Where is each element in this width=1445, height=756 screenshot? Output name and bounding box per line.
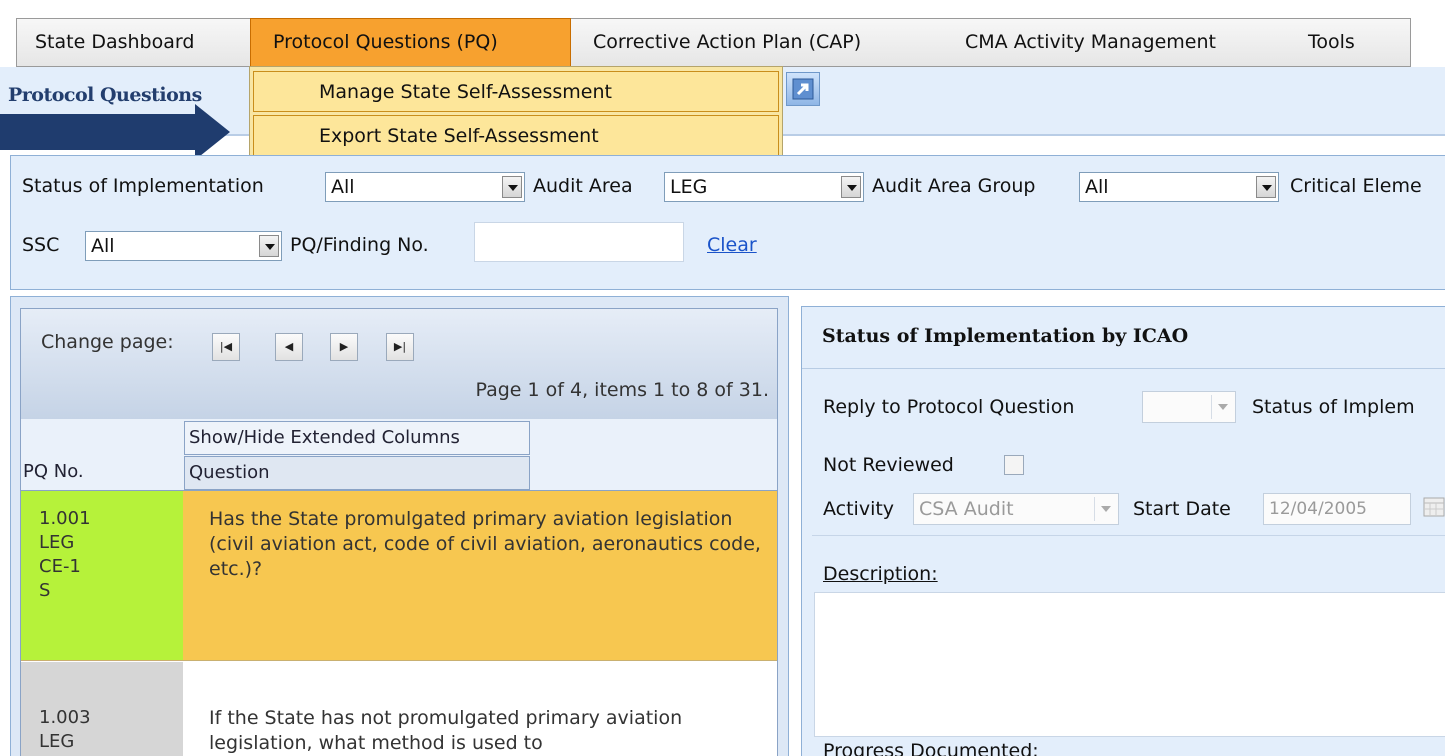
chevron-down-icon [1211,395,1233,419]
description-label: Description: [823,563,938,585]
first-page-icon: |◀ [219,340,233,353]
menu-item-export-self-assessment[interactable]: Export State Self-Assessment [253,115,779,156]
page-info: Page 1 of 4, items 1 to 8 of 31. [475,379,770,401]
pq-area: LEG [39,731,75,752]
ssc-value: All [91,235,115,257]
divider [812,535,1445,536]
audit-area-value: LEG [670,176,708,198]
prev-page-button[interactable]: ◀ [275,333,303,361]
first-page-button[interactable]: |◀ [212,333,240,361]
ssc-label: SSC [22,234,60,256]
audit-area-select[interactable]: LEG [664,172,864,202]
table-row[interactable]: 1.003 LEG If the State has not promulgat… [21,662,777,756]
pq-area: LEG [39,532,75,553]
last-page-icon: ▶| [393,340,407,353]
critical-element-label: Critical Eleme [1290,175,1422,197]
divider [802,368,1445,369]
pq-critical-element: CE-1 [39,556,81,577]
pq-number: 1.001 [39,508,91,529]
page-title: Protocol Questions [8,84,202,106]
prev-page-icon: ◀ [284,340,294,353]
chevron-down-icon [1094,497,1116,521]
pq-id-cell: 1.003 LEG [21,662,183,756]
pq-number: 1.003 [39,707,91,728]
change-page-label: Change page: [41,331,174,353]
grid-pager: Change page: |◀ ◀ ▶ ▶| Page 1 of 4, item… [21,309,777,419]
menu-corrective-action-plan[interactable]: Corrective Action Plan (CAP) [593,19,861,66]
column-pq-no[interactable]: PQ No. [23,455,84,489]
chevron-down-icon[interactable] [1256,176,1276,198]
show-hide-columns-button[interactable]: Show/Hide Extended Columns [184,421,530,455]
last-page-button[interactable]: ▶| [386,333,414,361]
reply-select[interactable] [1142,391,1236,423]
progress-documented-label: Progress Documented: [823,740,1039,756]
status-filter-value: All [331,176,355,198]
audit-area-group-label: Audit Area Group [872,175,1036,197]
calendar-icon[interactable] [1423,496,1445,518]
details-title: Status of Implementation by ICAO [822,325,1189,347]
next-page-button[interactable]: ▶ [330,333,358,361]
menu-tools[interactable]: Tools [1308,19,1355,66]
menu-state-dashboard[interactable]: State Dashboard [35,19,194,66]
pq-finding-input[interactable] [474,222,684,262]
pq-finding-label: PQ/Finding No. [290,234,429,256]
expand-window-icon[interactable] [786,72,820,106]
menu-protocol-questions[interactable]: Protocol Questions (PQ) [250,18,571,67]
description-textarea[interactable] [814,592,1445,737]
status-filter-label: Status of Implementation [22,175,264,197]
audit-area-group-select[interactable]: All [1079,172,1279,202]
ssc-select[interactable]: All [85,231,282,261]
reply-label: Reply to Protocol Question [823,396,1075,418]
pq-question-cell: If the State has not promulgated primary… [183,662,777,756]
table-row[interactable]: 1.001 LEG CE-1 S Has the State promulgat… [21,491,777,661]
column-question[interactable]: Question [184,456,530,490]
status-of-implementation-label: Status of Implem [1252,396,1415,418]
pq-grid: Change page: |◀ ◀ ▶ ▶| Page 1 of 4, item… [20,308,778,756]
clear-link[interactable]: Clear [707,234,757,256]
not-reviewed-checkbox[interactable] [1004,455,1024,475]
audit-area-label: Audit Area [533,175,633,197]
menu-cma-activity-management[interactable]: CMA Activity Management [965,19,1216,66]
not-reviewed-label: Not Reviewed [823,454,954,476]
pq-id-cell: 1.001 LEG CE-1 S [21,491,183,660]
next-page-icon: ▶ [339,340,349,353]
chevron-down-icon[interactable] [841,176,861,198]
chevron-down-icon[interactable] [259,235,279,257]
activity-select[interactable]: CSA Audit [913,493,1119,525]
activity-value: CSA Audit [919,498,1014,520]
chevron-down-icon[interactable] [502,176,522,198]
audit-area-group-value: All [1085,176,1109,198]
pq-question-cell: Has the State promulgated primary aviati… [183,491,777,660]
pq-status: S [39,580,51,601]
status-filter-select[interactable]: All [325,172,525,202]
activity-label: Activity [823,498,895,520]
pointer-arrow-icon [0,104,230,160]
main-menu-bar: State Dashboard Protocol Questions (PQ) … [16,18,1411,67]
start-date-input[interactable]: 12/04/2005 [1263,493,1411,525]
menu-item-manage-self-assessment[interactable]: Manage State Self-Assessment [253,71,779,112]
protocol-questions-dropdown: Manage State Self-Assessment Export Stat… [249,66,783,161]
start-date-label: Start Date [1133,498,1231,520]
